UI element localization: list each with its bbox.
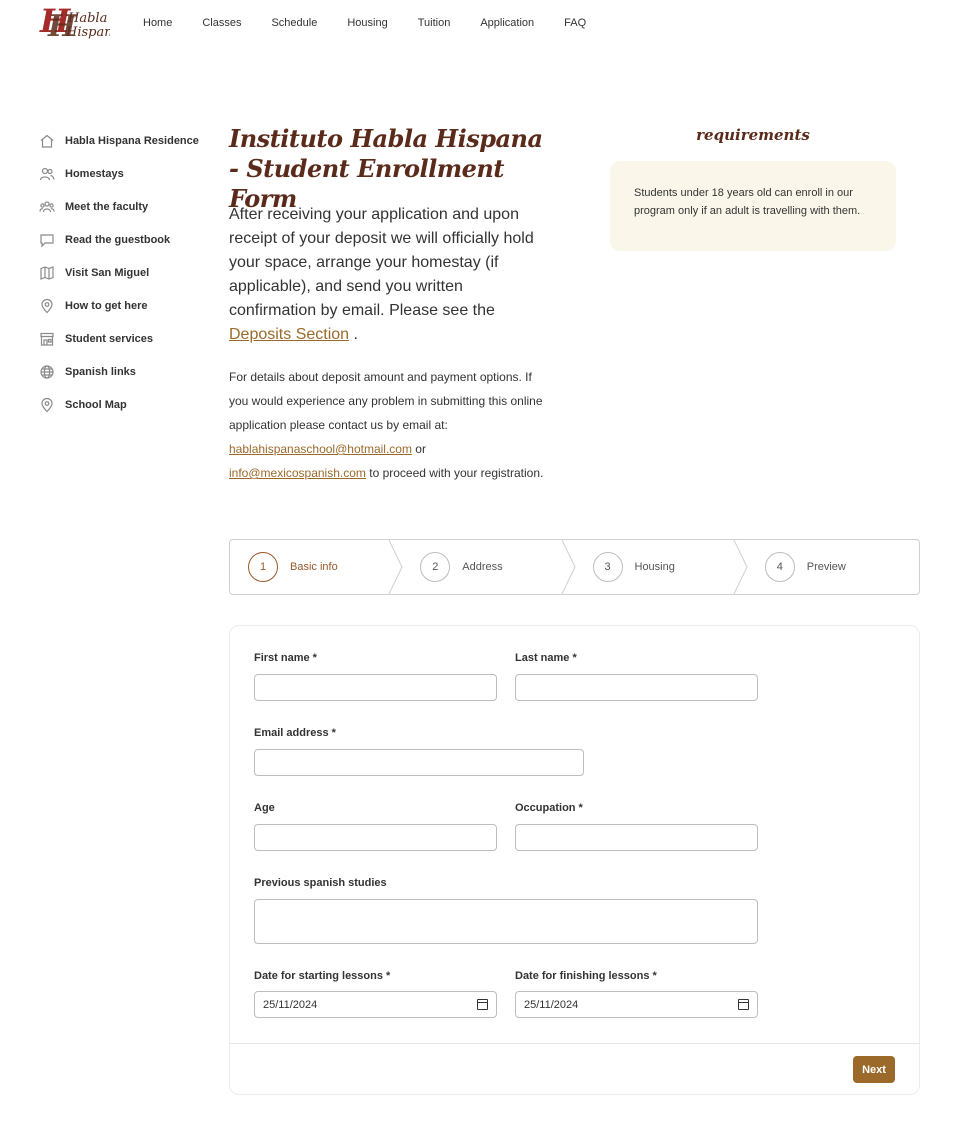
end-date-label: Date for finishing lessons * (515, 970, 657, 982)
sidebar-item-label: Read the guestbook (65, 233, 171, 246)
sidebar-item-label: Visit San Miguel (65, 266, 150, 279)
users-icon (38, 165, 56, 183)
logo-text-bottom: Hispana (65, 25, 110, 40)
start-date-field[interactable]: 25/11/2024 (254, 991, 497, 1018)
step-housing[interactable]: 3 Housing (575, 539, 748, 595)
logo[interactable]: H H Habla Hispana (38, 2, 120, 44)
logo-text-top: Habla (67, 11, 107, 26)
details-end: to proceed with your registration. (369, 466, 544, 480)
sidebar-item-label: Homestays (65, 167, 124, 180)
step-preview[interactable]: 4 Preview (747, 540, 919, 594)
email-label: Email address * (254, 727, 336, 739)
intro-end: . (353, 326, 358, 343)
sidebar-item-label: How to get here (65, 299, 148, 312)
end-date-field[interactable]: 25/11/2024 (515, 991, 758, 1018)
start-date-label: Date for starting lessons * (254, 970, 391, 982)
requirements-title: requirements (696, 126, 810, 144)
or-text: or (415, 442, 426, 456)
intro-text: After receiving your application and upo… (229, 206, 534, 319)
email-field[interactable] (254, 749, 584, 776)
start-date-value: 25/11/2024 (263, 998, 318, 1011)
group-icon (38, 198, 56, 216)
pin-icon (38, 297, 56, 315)
sidebar-item-label: School Map (65, 398, 127, 411)
store-icon (38, 330, 56, 348)
sidebar-item-services[interactable]: Student services (38, 322, 208, 355)
sidebar-item-guestbook[interactable]: Read the guestbook (38, 223, 208, 256)
form-divider (230, 1043, 919, 1044)
age-field[interactable] (254, 824, 497, 851)
requirements-box: Students under 18 years old can enroll i… (610, 161, 896, 251)
calendar-icon[interactable] (477, 999, 488, 1010)
step-address[interactable]: 2 Address (402, 539, 576, 595)
step-number: 1 (248, 552, 278, 582)
globe-icon (38, 363, 56, 381)
email-link-secondary[interactable]: info@mexicospanish.com (229, 466, 366, 480)
first-name-field[interactable] (254, 674, 497, 701)
sidebar-item-faculty[interactable]: Meet the faculty (38, 190, 208, 223)
previous-studies-field[interactable] (254, 899, 758, 944)
step-label: Housing (634, 561, 675, 573)
sidebar-item-label: Meet the faculty (65, 200, 149, 213)
nav-faq[interactable]: FAQ (564, 17, 586, 29)
details-paragraph: For details about deposit amount and pay… (229, 365, 544, 485)
step-number: 3 (592, 552, 623, 582)
nav-schedule[interactable]: Schedule (271, 17, 317, 29)
previous-studies-label: Previous spanish studies (254, 877, 387, 889)
sidebar-item-label: Habla Hispana Residence (65, 134, 199, 147)
form-stepper: 1 Basic info 2 Address 3 Housing 4 Previ… (229, 539, 920, 595)
map-icon (38, 264, 56, 282)
step-label: Preview (806, 561, 846, 573)
sidebar-item-label: Student services (65, 332, 154, 345)
sidebar-item-map[interactable]: School Map (38, 388, 208, 421)
step-basic-info[interactable]: 1 Basic info (230, 539, 403, 595)
step-number: 2 (420, 552, 451, 582)
sidebar-item-label: Spanish links (65, 365, 136, 378)
intro-paragraph: After receiving your application and upo… (229, 203, 544, 347)
deposits-link[interactable]: Deposits Section (229, 326, 349, 343)
first-name-label: First name * (254, 652, 317, 664)
enrollment-form: First name * Last name * Email address *… (229, 625, 920, 1095)
age-label: Age (254, 802, 275, 814)
nav-housing[interactable]: Housing (347, 17, 387, 29)
occupation-label: Occupation * (515, 802, 583, 814)
home-icon (38, 132, 56, 150)
pin-icon (38, 396, 56, 414)
sidebar-item-visit[interactable]: Visit San Miguel (38, 256, 208, 289)
calendar-icon[interactable] (738, 999, 749, 1010)
occupation-field[interactable] (515, 824, 758, 851)
next-button[interactable]: Next (853, 1056, 895, 1083)
nav-application[interactable]: Application (480, 17, 534, 29)
chevron-right-icon (388, 539, 403, 595)
last-name-field[interactable] (515, 674, 758, 701)
page-title: Instituto Habla Hispana - Student Enroll… (229, 124, 543, 213)
main-nav: Home Classes Schedule Housing Tuition Ap… (143, 17, 616, 29)
chevron-right-icon (560, 539, 576, 595)
email-link-primary[interactable]: hablahispanaschool@hotmail.com (229, 442, 412, 456)
sidebar-item-homestays[interactable]: Homestays (38, 157, 208, 190)
step-label: Basic info (290, 561, 338, 573)
details-text: For details about deposit amount and pay… (229, 370, 543, 432)
nav-tuition[interactable]: Tuition (418, 17, 451, 29)
step-number: 4 (764, 552, 795, 582)
sidebar-item-residence[interactable]: Habla Hispana Residence (38, 124, 208, 157)
chat-icon (38, 231, 56, 249)
sidebar-item-directions[interactable]: How to get here (38, 289, 208, 322)
sidebar: Habla Hispana Residence Homestays Meet t… (38, 124, 208, 421)
requirements-text: Students under 18 years old can enroll i… (634, 187, 861, 217)
step-label: Address (462, 561, 503, 573)
nav-home[interactable]: Home (143, 17, 172, 29)
last-name-label: Last name * (515, 652, 577, 664)
sidebar-item-links[interactable]: Spanish links (38, 355, 208, 388)
chevron-right-icon (732, 539, 748, 595)
end-date-value: 25/11/2024 (524, 998, 579, 1011)
nav-classes[interactable]: Classes (202, 17, 241, 29)
